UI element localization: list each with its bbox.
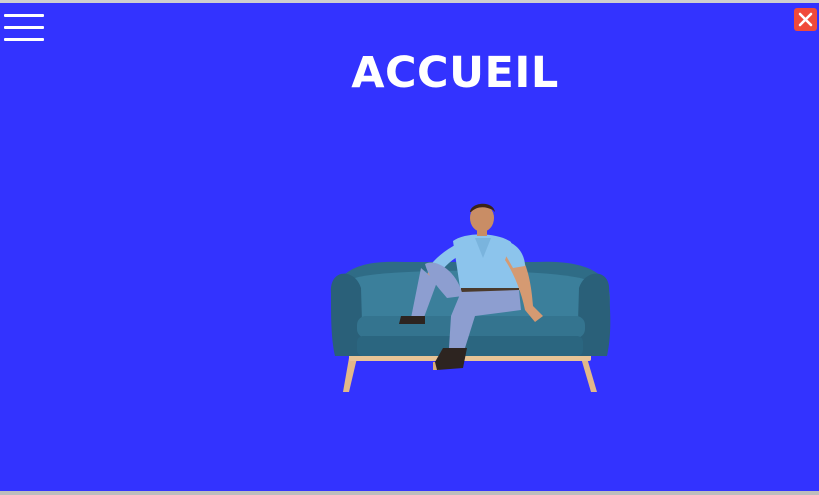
person-on-sofa-illustration <box>330 203 611 392</box>
hamburger-menu-bar <box>4 38 44 41</box>
hamburger-menu-bar <box>4 26 44 29</box>
menu-button[interactable] <box>4 12 44 44</box>
close-icon <box>798 12 813 27</box>
home-screen: ACCUEIL <box>0 3 819 491</box>
app-window: ACCUEIL <box>0 0 819 495</box>
hamburger-menu-icon <box>4 14 44 17</box>
page-title: ACCUEIL <box>351 48 559 98</box>
close-button[interactable] <box>794 8 817 31</box>
window-bottom-edge <box>0 491 819 495</box>
